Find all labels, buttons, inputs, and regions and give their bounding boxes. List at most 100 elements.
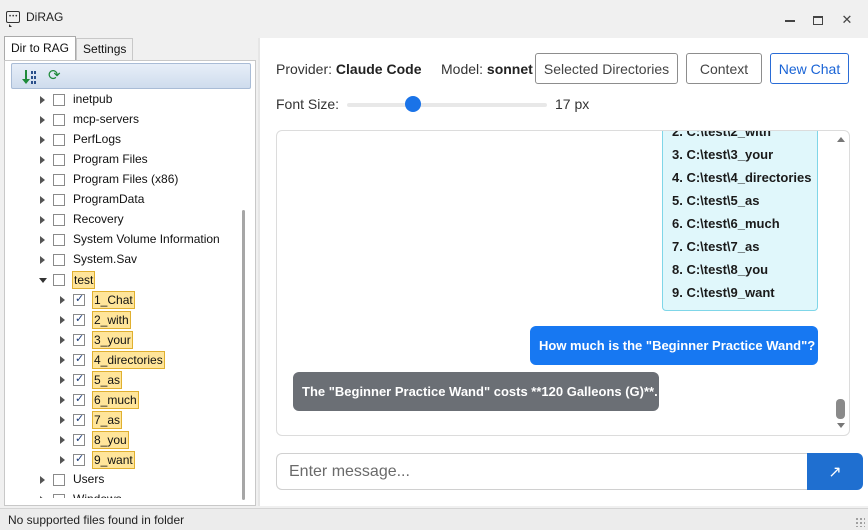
provider-info: Provider: Claude Code bbox=[276, 61, 422, 77]
tree-item-label: inetpub bbox=[73, 92, 113, 106]
tree-item[interactable]: Program Files bbox=[11, 150, 237, 170]
scroll-up-arrow-icon[interactable] bbox=[837, 137, 845, 142]
tree-item-label: ProgramData bbox=[73, 192, 145, 206]
tree-checkbox[interactable] bbox=[53, 194, 65, 206]
model-label: Model: bbox=[441, 61, 484, 77]
directory-list-item: 4. C:\test\4_directories bbox=[672, 170, 812, 185]
resize-grip-icon[interactable] bbox=[855, 517, 865, 527]
tree-item[interactable]: 4_directories bbox=[11, 350, 237, 370]
download-tree-icon[interactable] bbox=[20, 68, 38, 86]
tree-item[interactable]: test bbox=[11, 270, 237, 290]
tree-item-label: System.Sav bbox=[73, 252, 138, 266]
font-size-slider-thumb[interactable] bbox=[405, 96, 421, 112]
tree-checkbox[interactable] bbox=[53, 494, 65, 498]
expand-arrow-icon[interactable] bbox=[60, 456, 65, 464]
tree-checkbox[interactable] bbox=[73, 432, 85, 446]
tree-checkbox[interactable] bbox=[53, 274, 65, 286]
tree-toolbar: ⟳ bbox=[11, 63, 251, 89]
tree-checkbox[interactable] bbox=[53, 234, 65, 246]
tree-checkbox[interactable] bbox=[53, 474, 65, 486]
expand-arrow-icon[interactable] bbox=[60, 356, 65, 364]
expand-arrow-icon[interactable] bbox=[40, 156, 45, 164]
new-chat-button[interactable]: New Chat bbox=[770, 53, 849, 84]
tree-item[interactable]: Program Files (x86) bbox=[11, 170, 237, 190]
tab-dir-to-rag[interactable]: Dir to RAG bbox=[4, 36, 77, 60]
maximize-icon[interactable] bbox=[813, 16, 823, 25]
tree-scroll-thumb[interactable] bbox=[242, 210, 245, 500]
tree-item[interactable]: 7_as bbox=[11, 410, 237, 430]
tree-item[interactable]: inetpub bbox=[11, 90, 237, 110]
scroll-down-arrow-icon[interactable] bbox=[837, 423, 845, 428]
tree-item[interactable]: 5_as bbox=[11, 370, 237, 390]
tree-checkbox[interactable] bbox=[53, 174, 65, 186]
tree-item[interactable]: 8_you bbox=[11, 430, 237, 450]
tree-checkbox[interactable] bbox=[53, 214, 65, 226]
tree-checkbox[interactable] bbox=[73, 392, 85, 406]
tree-item[interactable]: System Volume Information bbox=[11, 230, 237, 250]
font-size-slider[interactable] bbox=[347, 103, 547, 107]
send-button[interactable]: ↗ bbox=[807, 453, 863, 490]
tree-checkbox[interactable] bbox=[73, 372, 85, 386]
chat-panel: Provider: Claude Code Model: sonnet Sele… bbox=[260, 38, 868, 506]
provider-value: Claude Code bbox=[335, 61, 422, 77]
tree-checkbox[interactable] bbox=[53, 114, 65, 126]
status-bar: No supported files found in folder bbox=[0, 508, 868, 530]
user-message-bubble: How much is the "Beginner Practice Wand"… bbox=[530, 326, 818, 365]
expand-arrow-icon[interactable] bbox=[40, 196, 45, 204]
expand-arrow-icon[interactable] bbox=[40, 136, 45, 144]
tree-checkbox[interactable] bbox=[53, 254, 65, 266]
expand-arrow-icon[interactable] bbox=[40, 256, 45, 264]
tree-item[interactable]: Recovery bbox=[11, 210, 237, 230]
tree-checkbox[interactable] bbox=[73, 352, 85, 366]
expand-arrow-icon[interactable] bbox=[60, 376, 65, 384]
tree-item[interactable]: PerfLogs bbox=[11, 130, 237, 150]
tree-checkbox[interactable] bbox=[53, 94, 65, 106]
tree-item[interactable]: System.Sav bbox=[11, 250, 237, 270]
tree-checkbox[interactable] bbox=[73, 332, 85, 346]
tree-item[interactable]: 2_with bbox=[11, 310, 237, 330]
expand-arrow-icon[interactable] bbox=[60, 316, 65, 324]
tree-checkbox[interactable] bbox=[73, 452, 85, 466]
refresh-icon[interactable]: ⟳ bbox=[48, 67, 66, 85]
expand-arrow-icon[interactable] bbox=[60, 436, 65, 444]
expand-arrow-icon[interactable] bbox=[40, 476, 45, 484]
expand-arrow-icon[interactable] bbox=[40, 216, 45, 224]
tree-checkbox[interactable] bbox=[73, 292, 85, 306]
expand-arrow-icon[interactable] bbox=[40, 116, 45, 124]
expand-arrow-icon[interactable] bbox=[40, 176, 45, 184]
tree-item[interactable]: 9_want bbox=[11, 450, 237, 470]
collapse-arrow-icon[interactable] bbox=[39, 278, 47, 283]
provider-label: Provider: bbox=[276, 61, 333, 77]
expand-arrow-icon[interactable] bbox=[60, 296, 65, 304]
model-value: sonnet bbox=[486, 61, 533, 77]
tree-scrollbar[interactable] bbox=[237, 90, 249, 500]
message-input[interactable] bbox=[276, 453, 808, 490]
tree-item-label: 1_Chat bbox=[92, 291, 135, 309]
expand-arrow-icon[interactable] bbox=[40, 236, 45, 244]
tab-settings[interactable]: Settings bbox=[76, 38, 134, 60]
window-title: DiRAG bbox=[26, 10, 64, 24]
context-button[interactable]: Context bbox=[686, 53, 762, 84]
close-icon[interactable]: ✕ bbox=[840, 13, 854, 28]
tree-item[interactable]: Windows bbox=[11, 490, 237, 498]
tree-item[interactable]: mcp-servers bbox=[11, 110, 237, 130]
tree-item[interactable]: ProgramData bbox=[11, 190, 237, 210]
tree-item[interactable]: 6_much bbox=[11, 390, 237, 410]
minimize-icon[interactable] bbox=[785, 20, 795, 22]
expand-arrow-icon[interactable] bbox=[60, 396, 65, 404]
chat-scroll-thumb[interactable] bbox=[836, 399, 845, 419]
selected-directories-button[interactable]: Selected Directories bbox=[535, 53, 678, 84]
tree-item[interactable]: Users bbox=[11, 470, 237, 490]
chat-scrollbar[interactable] bbox=[833, 131, 849, 435]
directory-list-item: 9. C:\test\9_want bbox=[672, 285, 775, 300]
expand-arrow-icon[interactable] bbox=[40, 496, 45, 498]
tree-item[interactable]: 3_your bbox=[11, 330, 237, 350]
expand-arrow-icon[interactable] bbox=[60, 416, 65, 424]
tree-item[interactable]: 1_Chat bbox=[11, 290, 237, 310]
tree-checkbox[interactable] bbox=[73, 312, 85, 326]
tree-checkbox[interactable] bbox=[53, 134, 65, 146]
expand-arrow-icon[interactable] bbox=[60, 336, 65, 344]
expand-arrow-icon[interactable] bbox=[40, 96, 45, 104]
tree-checkbox[interactable] bbox=[53, 154, 65, 166]
tree-checkbox[interactable] bbox=[73, 412, 85, 426]
